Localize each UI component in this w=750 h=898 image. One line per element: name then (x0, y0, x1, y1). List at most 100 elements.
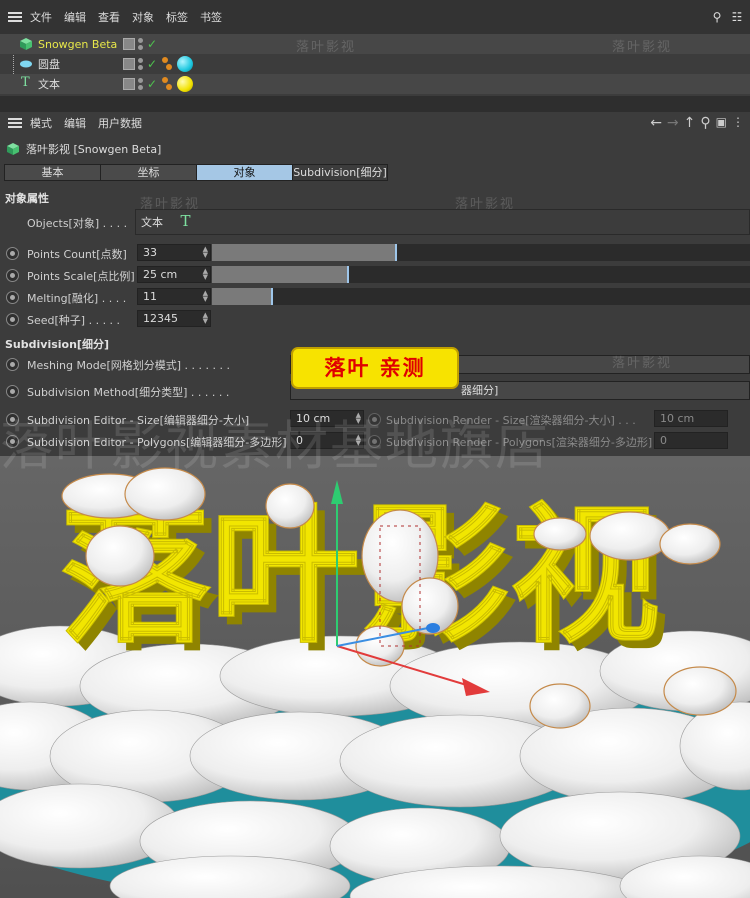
object-name: Snowgen Beta (38, 37, 118, 51)
object-flags: ✓ (123, 76, 194, 92)
watermark: 落叶影视 (612, 40, 673, 55)
search-icon[interactable]: ⚲ (700, 115, 710, 131)
filter-icon[interactable]: ☷ (730, 10, 744, 24)
settings-icon[interactable]: ⋮ (732, 115, 744, 131)
arrow-left-icon[interactable]: ← (650, 115, 662, 131)
arrow-up-icon[interactable]: ↑ (684, 115, 696, 131)
visibility-dots[interactable] (138, 38, 144, 50)
material-tag-icon[interactable] (177, 76, 194, 92)
objects-list-field[interactable]: 文本 T (135, 209, 750, 235)
layer-toggle[interactable] (123, 78, 135, 90)
meshing-mode-label: Meshing Mode[网格划分模式] . . . . . . . (27, 359, 230, 372)
tab-subdivision[interactable]: Subdivision[细分] (292, 164, 388, 181)
menu-mode[interactable]: 模式 (30, 115, 52, 131)
tab-basic[interactable]: 基本 (4, 164, 101, 181)
objects-label: Objects[对象] . . . . (27, 217, 128, 230)
object-name: 圆盘 (38, 58, 60, 71)
spinner-icon[interactable]: ▲ ▼ (203, 268, 208, 281)
section-subdivision: Subdivision[细分] (5, 338, 109, 351)
slider-fill (212, 244, 395, 261)
points-count-value: 33 (143, 246, 157, 259)
lock-icon[interactable]: ▣ (716, 115, 727, 131)
menu-edit[interactable]: 编辑 (64, 9, 86, 25)
object-flags: ✓ (123, 56, 194, 72)
enabled-check-icon[interactable]: ✓ (147, 78, 157, 90)
snowgen-cube-icon (7, 143, 19, 155)
slider-thumb[interactable] (394, 244, 397, 261)
points-scale-input[interactable]: 25 cm ▲ ▼ (137, 266, 211, 283)
menu-view[interactable]: 查看 (98, 9, 120, 25)
seed-input[interactable]: 12345 ▲ ▼ (137, 310, 211, 327)
visibility-dots[interactable] (138, 58, 144, 70)
text-t-icon: T (21, 75, 30, 90)
hamburger-menu-icon[interactable] (8, 12, 22, 22)
animate-radio[interactable] (6, 247, 19, 260)
viewport-scene: 落叶影视 落叶影视 (0, 467, 750, 898)
subdivision-method-label: Subdivision Method[细分类型] . . . . . . (27, 386, 230, 399)
objects-item-text: 文本 (141, 216, 163, 229)
menu-tags[interactable]: 标签 (166, 9, 188, 25)
menu-file[interactable]: 文件 (30, 9, 52, 25)
attribute-tabs: 基本 坐标 对象 Subdivision[细分] (4, 164, 388, 181)
enabled-check-icon[interactable]: ✓ (147, 58, 157, 70)
points-scale-slider[interactable] (212, 266, 750, 283)
menu-user-data[interactable]: 用户数据 (98, 115, 142, 131)
tab-coord[interactable]: 坐标 (100, 164, 197, 181)
spinner-icon[interactable]: ▲ ▼ (203, 290, 208, 303)
attribute-nav: ← → ↑ ⚲ ▣ ⋮ (650, 115, 744, 131)
attribute-title: 落叶影视 [Snowgen Beta] (26, 143, 162, 156)
animate-radio[interactable] (6, 313, 19, 326)
visibility-dots[interactable] (138, 78, 144, 90)
animate-radio[interactable] (6, 291, 19, 304)
melting-label: Melting[融化] . . . . (27, 292, 127, 305)
melting-value: 11 (143, 290, 157, 303)
layer-toggle[interactable] (123, 38, 135, 50)
menu-object[interactable]: 对象 (132, 9, 154, 25)
melting-slider[interactable] (212, 288, 750, 305)
spinner-icon[interactable]: ▲ ▼ (203, 312, 208, 325)
3d-viewport[interactable]: 落叶影视 落叶影视 (0, 456, 750, 898)
object-manager-menubar: 文件 编辑 查看 对象 标签 书签 ⚲ ☷ (0, 0, 750, 34)
points-count-input[interactable]: 33 ▲ ▼ (137, 244, 211, 261)
watermark: 落叶影视 (140, 197, 201, 212)
seed-value: 12345 (143, 312, 178, 325)
object-name: 文本 (38, 78, 60, 91)
search-icon[interactable]: ⚲ (710, 10, 724, 24)
animate-radio[interactable] (6, 358, 19, 371)
layer-toggle[interactable] (123, 58, 135, 70)
menu-edit[interactable]: 编辑 (64, 115, 86, 131)
snowgen-cube-icon (20, 38, 32, 50)
object-row-disc[interactable]: 圆盘 ✓ (0, 54, 750, 74)
subdivision-method-value: 器细分] (461, 384, 499, 397)
text-t-icon: T (180, 212, 191, 230)
seed-label: Seed[种子] . . . . . (27, 314, 121, 327)
watermark: 落叶影视 (612, 356, 673, 371)
melting-input[interactable]: 11 ▲ ▼ (137, 288, 211, 305)
spinner-icon[interactable]: ▲ ▼ (203, 246, 208, 259)
slider-thumb[interactable] (346, 266, 349, 283)
z-axis-arrow-icon[interactable] (426, 623, 440, 633)
slider-fill (212, 266, 347, 283)
section-object-properties: 对象属性 (5, 192, 49, 205)
menu-bookmarks[interactable]: 书签 (200, 9, 222, 25)
attribute-manager-menubar: 模式 编辑 用户数据 ← → ↑ ⚲ ▣ ⋮ (0, 112, 750, 134)
points-scale-value: 25 cm (143, 268, 178, 281)
slider-thumb[interactable] (271, 288, 274, 305)
points-count-label: Points Count[点数] (27, 248, 127, 261)
phong-tag-icon[interactable] (162, 57, 173, 71)
disc-icon (20, 60, 32, 68)
points-count-slider[interactable] (212, 244, 750, 261)
animate-radio[interactable] (6, 385, 19, 398)
hamburger-menu-icon[interactable] (8, 118, 22, 128)
object-flags: ✓ (123, 38, 157, 50)
animate-radio[interactable] (6, 269, 19, 282)
material-tag-icon[interactable] (177, 56, 194, 72)
promo-badge: 落叶 亲测 (291, 347, 459, 389)
tab-object[interactable]: 对象 (196, 164, 293, 181)
points-scale-label: Points Scale[点比例] (27, 270, 135, 283)
enabled-check-icon[interactable]: ✓ (147, 38, 157, 50)
attribute-header: 落叶影视 [Snowgen Beta] (6, 141, 161, 157)
phong-tag-icon[interactable] (162, 77, 173, 91)
arrow-right-icon[interactable]: → (667, 115, 679, 131)
object-row-text[interactable]: T 文本 ✓ (0, 74, 750, 94)
